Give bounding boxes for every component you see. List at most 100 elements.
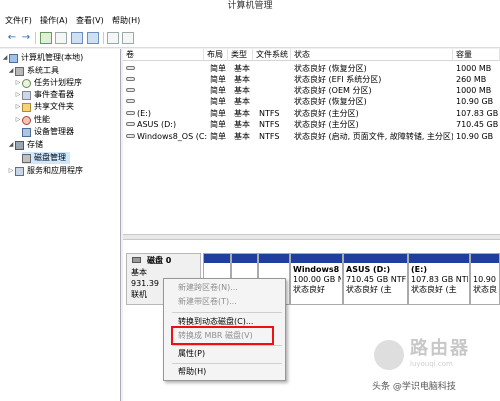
disk-icon [132,257,141,263]
tree-item-system-tools[interactable]: ◢ 系统工具 [7,65,59,77]
status-cell: 状态良好 (恢复分区) [294,64,367,73]
column-header-filesystem[interactable]: 文件系统 [253,49,291,61]
highlight-box [171,326,274,345]
capacity-cell: 1000 MB [456,86,492,95]
tools-icon [15,66,24,76]
column-header-status[interactable]: 状态 [291,49,453,61]
type-cell: 基本 [234,64,250,73]
partition-status: 状态良好 [293,285,325,294]
tree-item-computer-management[interactable]: ◢ 计算机管理(本地) [1,52,83,64]
watermark-url: luyouqi.com [410,360,453,368]
show-tree-icon[interactable] [55,32,67,44]
table-row[interactable]: 简单 基本 状态良好 (恢复分区) 1000 MB [123,63,500,74]
tree-item-label: 任务计划程序 [34,78,82,87]
menu-item-properties[interactable]: 属性(P) [178,348,205,360]
tree-item-shared-folders[interactable]: ▷ 共享文件夹 [14,101,74,113]
table-row[interactable]: 简单 基本 状态良好 (EFI 系统分区) 260 MB [123,74,500,85]
menu-bar: 文件(F) 操作(A) 查看(V) 帮助(H) [0,13,500,29]
column-header-type[interactable]: 类型 [228,49,253,61]
table-row[interactable]: Windows8_OS (C:) 简单 基本 NTFS 状态良好 (启动, 页面… [123,131,500,142]
table-row[interactable]: 简单 基本 状态良好 (恢复分区) 10.90 GB [123,96,500,107]
column-header-layout[interactable]: 布局 [204,49,228,61]
layout-cell: 简单 [210,132,226,141]
partition-block[interactable]: 10.90 GB 状态良 [470,253,500,305]
status-cell: 状态良好 (启动, 页面文件, 故障转储, 主分区) [294,132,453,141]
table-row[interactable]: ASUS (D:) 简单 基本 NTFS 状态良好 (主分区) 710.45 G… [123,119,500,130]
menu-help[interactable]: 帮助(H) [112,15,140,27]
up-folder-icon[interactable] [40,32,52,44]
status-cell: 状态良好 (OEM 分区) [294,86,372,95]
volume-icon [126,134,135,138]
filesystem-cell [256,63,294,74]
expand-icon[interactable]: ▷ [14,77,22,89]
menu-view[interactable]: 查看(V) [76,15,104,27]
tree-item-task-scheduler[interactable]: ▷ 任务计划程序 [14,77,82,89]
status-cell: 状态良好 (主分区) [294,120,359,129]
collapse-icon[interactable]: ◢ [1,52,9,64]
partition-block[interactable]: ASUS (D:) 710.45 GB NTF 状态良好 (主 [343,253,408,305]
collapse-icon[interactable]: ◢ [7,65,15,77]
status-cell: 状态良好 (恢复分区) [294,97,367,106]
disk-type: 基本 [131,268,147,277]
toolbar-separator [35,32,36,44]
disk-icon [22,153,31,163]
capacity-cell: 710.45 GB [456,120,499,129]
capacity-cell: 1000 MB [456,64,492,73]
column-header-capacity[interactable]: 容量 [453,49,500,61]
tree-item-event-viewer[interactable]: ▷ 事件查看器 [14,89,74,101]
tree-item-storage[interactable]: ◢ 存储 [7,139,43,151]
expand-icon[interactable]: ▷ [14,101,22,113]
tree-item-performance[interactable]: ▷ 性能 [14,114,50,126]
tree-item-device-manager[interactable]: 设备管理器 [14,126,74,138]
collapse-icon[interactable]: ◢ [7,139,15,151]
menu-item-new-striped-volume[interactable]: 新建带区卷(T)... [178,296,237,308]
volume-name-cell: ASUS (D:) [123,119,204,130]
performance-icon [22,115,31,125]
table-row[interactable]: (E:) 简单 基本 NTFS 状态良好 (主分区) 107.83 GB [123,108,500,119]
export-icon[interactable] [122,32,134,44]
properties-icon[interactable] [71,32,83,44]
tree-item-label: 系统工具 [27,66,59,75]
tree-item-disk-management[interactable]: 磁盘管理 [22,152,70,164]
menu-action[interactable]: 操作(A) [40,15,68,27]
back-arrow-icon[interactable]: ← [6,32,18,44]
volume-icon [126,66,135,70]
tree-item-services-applications[interactable]: ▷ 服务和应用程序 [7,165,83,177]
filesystem-cell [256,74,294,85]
table-row[interactable]: 简单 基本 状态良好 (OEM 分区) 1000 MB [123,85,500,96]
type-cell: 基本 [234,109,250,118]
volume-icon [126,122,135,126]
volume-name-cell [123,74,204,85]
status-cell: 状态良好 (主分区) [294,109,359,118]
partition-status: 状态良好 (主 [411,285,457,294]
filesystem-cell: NTFS [259,132,280,141]
type-cell: 基本 [234,120,250,129]
menu-item-help[interactable]: 帮助(H) [178,366,206,378]
filesystem-cell [256,85,294,96]
services-icon [15,166,24,176]
menu-separator [172,345,282,346]
volume-name-cell: Windows8_OS (C:) [123,131,207,142]
forward-arrow-icon[interactable]: → [20,32,32,44]
expand-icon[interactable]: ▷ [14,114,22,126]
disk-size: 931.39 [131,279,159,288]
refresh-icon[interactable] [107,32,119,44]
partition-block[interactable]: Windows8 100.00 GB N 状态良好 [290,253,343,305]
volume-icon [126,77,135,81]
disk-name: 磁盘 0 [147,256,172,265]
device-manager-icon [22,127,31,137]
expand-icon[interactable]: ▷ [7,165,15,177]
tree-item-label: 共享文件夹 [34,102,74,111]
partition-status: 状态良 [473,285,497,294]
clock-icon [22,78,31,88]
expand-icon[interactable]: ▷ [14,89,22,101]
volume-list-header: 卷 布局 类型 文件系统 状态 容量 [123,49,500,61]
menu-item-new-spanned-volume[interactable]: 新建跨区卷(N)... [178,282,238,294]
partition-block[interactable]: (E:) 107.83 GB NTF 状态良好 (主 [408,253,470,305]
help-icon[interactable] [87,32,99,44]
menu-file[interactable]: 文件(F) [5,15,32,27]
layout-cell: 简单 [210,109,226,118]
column-header-volume[interactable]: 卷 [123,49,204,61]
partition-size: 10.90 GB [473,275,498,284]
capacity-cell: 10.90 GB [456,132,494,141]
